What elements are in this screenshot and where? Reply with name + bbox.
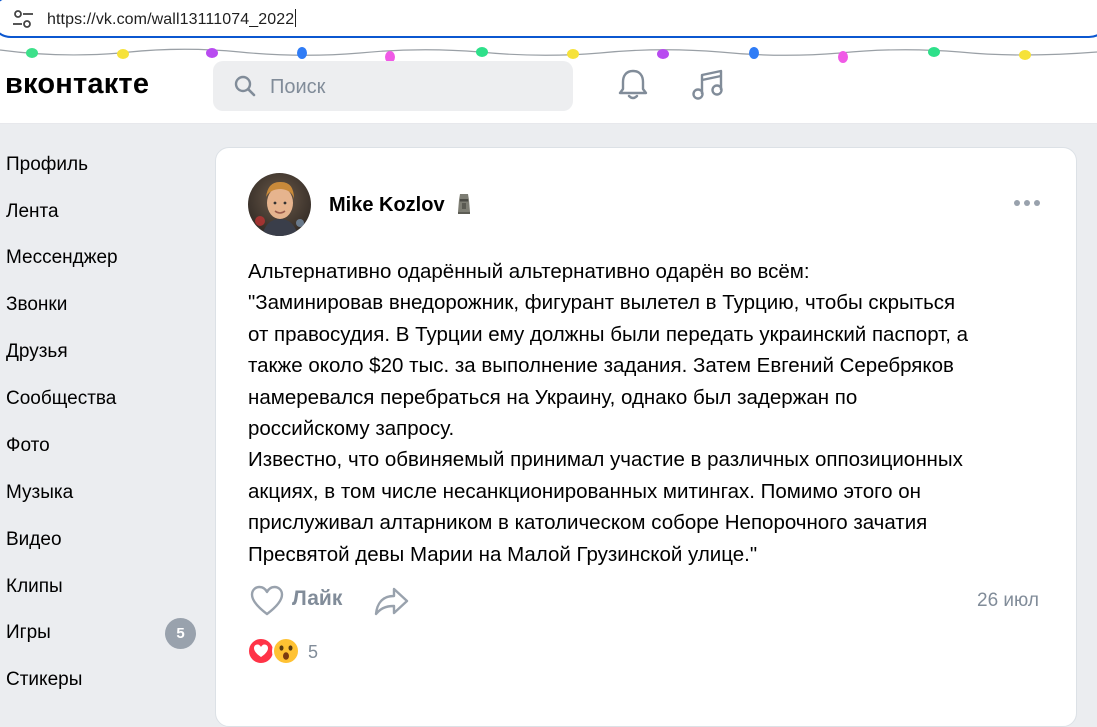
post-text-line: намеревался перебраться на Украину, одна… [248,385,858,409]
search-input[interactable]: Поиск [213,61,573,111]
post-text-line: Альтернативно одарённый альтернативно од… [248,260,810,283]
like-button[interactable]: Лайк [292,587,342,611]
heart-icon[interactable] [250,585,284,617]
post-author-name[interactable]: Mike Kozlov [329,192,473,217]
search-placeholder: Поиск [270,76,326,98]
sidebar-item-photos[interactable]: Фото [6,431,201,461]
sidebar-item-music[interactable]: Музыка [6,478,201,508]
notifications-bell-icon[interactable] [615,67,651,103]
post-text-line: от правосудия. В Турции ему должны были … [248,322,969,346]
sidebar-item-clips[interactable]: Клипы [6,572,201,602]
search-icon [234,75,256,97]
post-text-line: российскому запросу. [248,417,455,441]
games-count-badge: 5 [165,618,196,649]
post-text-line: также около $20 тыс. за выполнение задан… [248,354,954,378]
browser-address-bar: https://vk.com/wall13111074_2022 [0,0,1097,40]
music-note-icon[interactable] [690,67,726,103]
site-header: вконтакте Поиск [0,40,1097,124]
sidebar-item-communities[interactable]: Сообщества [6,384,201,414]
more-options-icon[interactable] [1012,196,1042,210]
sidebar-item-friends[interactable]: Друзья [6,337,201,367]
moai-icon [457,194,470,214]
heart-reaction-icon [248,637,275,665]
sidebar-item-messenger[interactable]: Мессенджер [6,243,201,273]
post-date[interactable]: 26 июл [977,590,1039,612]
post-text-line: акциях, в том числе несанкционированных … [248,479,921,503]
share-icon[interactable] [374,585,410,617]
vk-logo[interactable]: вконтакте [5,68,149,101]
sidebar-item-profile[interactable]: Профиль [6,150,201,180]
url-text[interactable]: https://vk.com/wall13111074_2022 [47,9,297,29]
surprised-reaction-icon [272,637,300,665]
avatar[interactable] [248,173,311,236]
wall-post: Mike Kozlov Альтернативно одарённый альт… [215,147,1077,727]
post-text-line: прислуживал алтарником в католическом со… [248,511,928,535]
reactions-count[interactable]: 5 [308,642,318,663]
site-settings-icon[interactable] [12,9,34,29]
sidebar-item-calls[interactable]: Звонки [6,290,201,320]
post-text-line: Пресвятой девы Марии на Малой Грузинской… [248,542,758,566]
post-text: Альтернативно одарённый альтернативно од… [248,256,1048,570]
post-text-line: "Заминировав внедорожник, фигурант вылет… [248,291,956,315]
sidebar-item-feed[interactable]: Лента [6,197,201,227]
sidebar-item-video[interactable]: Видео [6,525,201,555]
sidebar-item-stickers[interactable]: Стикеры [6,665,201,695]
post-text-line: Известно, что обвиняемый принимал участи… [248,448,963,472]
